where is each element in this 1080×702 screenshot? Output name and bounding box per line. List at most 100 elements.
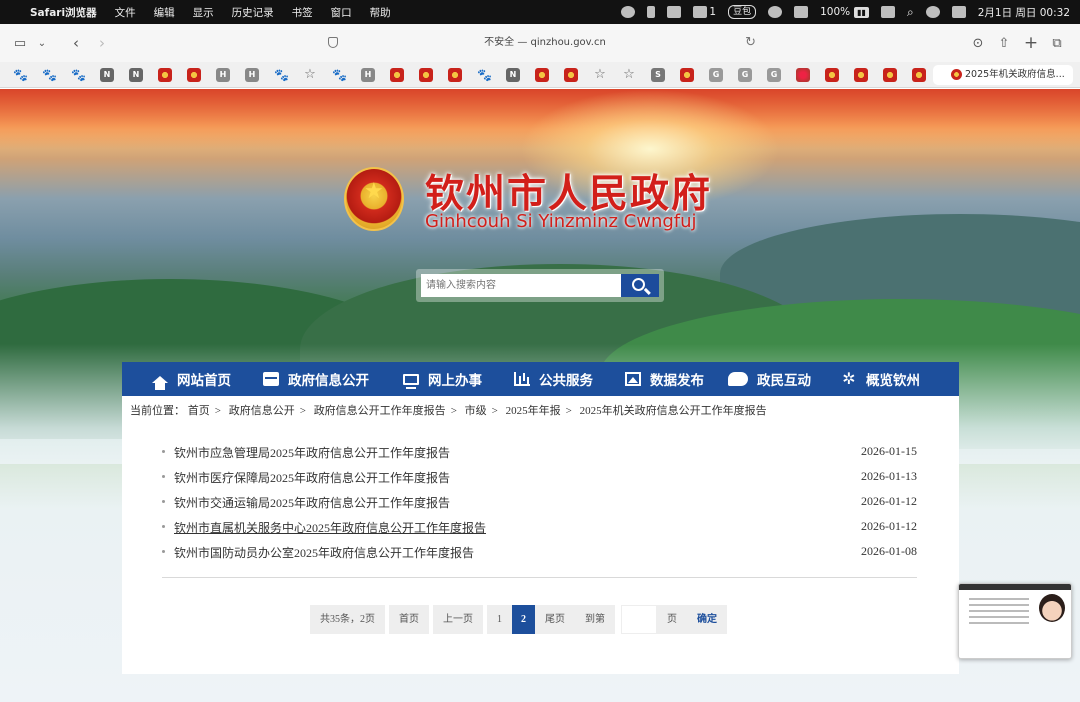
page-1-button[interactable]: 1 — [487, 605, 512, 634]
report-title-link[interactable]: 钦州市交通运输局2025年政府信息公开工作年度报告 — [174, 494, 450, 511]
breadcrumb-city-level[interactable]: 市级 — [465, 405, 487, 417]
page-2-button[interactable]: 2 — [512, 605, 535, 634]
star-icon[interactable]: ☆ — [622, 68, 636, 82]
chevron-down-icon[interactable]: ⌄ — [32, 33, 52, 53]
breadcrumb: 当前位置： 首页 > 政府信息公开 > 政府信息公开工作年度报告 > 市级 > 2025… — [130, 405, 767, 417]
list-item[interactable]: 钦州市国防动员办公室2025年政府信息公开工作年度报告 2026-01-08 — [162, 543, 917, 568]
nav-public-service[interactable]: 公共服务 — [514, 362, 593, 396]
share-icon[interactable]: ⇧ — [994, 33, 1014, 53]
emblem-icon[interactable] — [187, 68, 201, 82]
paw-icon[interactable]: 🐾 — [71, 68, 86, 82]
doubao-badge[interactable]: 豆包 — [728, 5, 757, 19]
confirm-button[interactable]: 确定 — [687, 605, 727, 634]
reload-icon[interactable]: ↻ — [745, 32, 756, 54]
new-tab-icon[interactable]: + — [1021, 33, 1041, 53]
search-input[interactable] — [421, 274, 621, 297]
active-tab[interactable]: 2025年机关政府信息... — [933, 65, 1073, 85]
menu-bookmarks[interactable]: 书签 — [292, 5, 313, 20]
clock[interactable]: 2月1日 周日 00:32 — [978, 5, 1070, 20]
emblem-icon[interactable] — [912, 68, 926, 82]
list-item[interactable]: 钦州市应急管理局2025年政府信息公开工作年度报告 2026-01-15 — [162, 443, 917, 468]
report-title-link[interactable]: 钦州市医疗保障局2025年政府信息公开工作年度报告 — [174, 469, 450, 486]
nav-gov-info[interactable]: 政府信息公开 — [263, 362, 369, 396]
forward-icon[interactable]: › — [92, 33, 112, 53]
emblem-icon[interactable] — [535, 68, 549, 82]
emblem-icon[interactable] — [680, 68, 694, 82]
n-site-icon[interactable]: N — [100, 68, 114, 82]
first-page-button[interactable]: 首页 — [389, 605, 429, 634]
report-title-link[interactable]: 钦州市应急管理局2025年政府信息公开工作年度报告 — [174, 444, 450, 461]
nav-data-release[interactable]: 数据发布 — [625, 362, 704, 396]
wifi-icon[interactable] — [880, 6, 895, 18]
list-item[interactable]: 钦州市交通运输局2025年政府信息公开工作年度报告 2026-01-12 — [162, 493, 917, 518]
search-button[interactable] — [621, 274, 659, 297]
g-site-icon[interactable]: G — [767, 68, 781, 82]
last-page-button[interactable]: 尾页 — [535, 605, 575, 634]
menu-view[interactable]: 显示 — [193, 5, 214, 20]
emblem-icon[interactable] — [158, 68, 172, 82]
download-icon[interactable]: ⊙ — [968, 33, 988, 53]
menu-file[interactable]: 文件 — [115, 5, 136, 20]
input-method-icon[interactable] — [667, 6, 682, 18]
g-site-icon[interactable]: G — [709, 68, 723, 82]
h-site-icon[interactable]: H — [361, 68, 375, 82]
breadcrumb-annual-report[interactable]: 政府信息公开工作年度报告 — [314, 405, 446, 417]
screenshot-thumbnail[interactable] — [958, 583, 1072, 659]
breadcrumb-home[interactable]: 首页 — [188, 405, 210, 417]
nav-interaction[interactable]: 政民互动 — [728, 362, 811, 396]
paw-icon[interactable]: 🐾 — [477, 68, 492, 82]
h-site-icon[interactable]: H — [245, 68, 259, 82]
battery-status[interactable]: 100% ▮▮ — [820, 6, 869, 18]
goto-page-input[interactable] — [621, 605, 657, 634]
privacy-report-icon[interactable] — [328, 37, 338, 48]
n-site-icon[interactable]: N — [506, 68, 520, 82]
shirt-status[interactable]: 1 — [693, 6, 716, 18]
emblem-icon[interactable] — [854, 68, 868, 82]
s-site-icon[interactable]: S — [651, 68, 665, 82]
prev-page-button[interactable]: 上一页 — [433, 605, 483, 634]
record-icon[interactable] — [621, 6, 636, 18]
paw-icon[interactable]: 🐾 — [332, 68, 347, 82]
address-bar[interactable]: 不安全 — qinzhou.gov.cn ↻ — [320, 32, 770, 54]
star-icon[interactable]: ☆ — [593, 68, 607, 82]
report-title-link[interactable]: 钦州市直属机关服务中心2025年政府信息公开工作年度报告 — [174, 519, 486, 536]
spotlight-search-icon[interactable]: ⌕ — [907, 5, 914, 20]
menu-window[interactable]: 窗口 — [331, 5, 352, 20]
nav-home[interactable]: 网站首页 — [152, 362, 231, 396]
n-site-icon[interactable]: N — [129, 68, 143, 82]
paw-icon[interactable]: 🐾 — [274, 68, 289, 82]
nav-overview[interactable]: ✲ 概览钦州 — [841, 362, 920, 396]
paw-icon[interactable]: 🐾 — [13, 68, 28, 82]
menu-help[interactable]: 帮助 — [370, 5, 391, 20]
siri-icon[interactable] — [925, 6, 940, 18]
microphone-icon[interactable] — [647, 6, 656, 18]
nav-online-service[interactable]: 网上办事 — [403, 362, 482, 396]
menu-app-name[interactable]: Safari浏览器 — [30, 5, 97, 20]
menu-edit[interactable]: 编辑 — [154, 5, 175, 20]
play-icon[interactable] — [768, 6, 783, 18]
paw-icon[interactable]: 🐾 — [42, 68, 57, 82]
report-title-link[interactable]: 钦州市国防动员办公室2025年政府信息公开工作年度报告 — [174, 544, 474, 561]
emblem-icon[interactable] — [448, 68, 462, 82]
g-site-icon[interactable]: G — [738, 68, 752, 82]
emblem-icon[interactable] — [419, 68, 433, 82]
emblem-icon[interactable] — [390, 68, 404, 82]
app-switch-icon[interactable] — [794, 6, 809, 18]
back-icon[interactable]: ‹ — [66, 33, 86, 53]
star-icon[interactable]: ☆ — [303, 68, 317, 82]
menu-bar: Safari浏览器 文件 编辑 显示 历史记录 书签 窗口 帮助 1 豆包 10… — [0, 0, 1080, 24]
sidebar-toggle-icon[interactable]: ▭ — [10, 33, 30, 53]
breadcrumb-gov-info[interactable]: 政府信息公开 — [229, 405, 295, 417]
emblem-icon[interactable] — [883, 68, 897, 82]
breadcrumb-current[interactable]: 2025年机关政府信息公开工作年度报告 — [580, 405, 767, 417]
globe-icon[interactable] — [796, 68, 810, 82]
list-item[interactable]: 钦州市医疗保障局2025年政府信息公开工作年度报告 2026-01-13 — [162, 468, 917, 493]
emblem-icon[interactable] — [825, 68, 839, 82]
menu-history[interactable]: 历史记录 — [232, 5, 274, 20]
breadcrumb-2025-report[interactable]: 2025年年报 — [506, 405, 561, 417]
emblem-icon[interactable] — [564, 68, 578, 82]
control-center-icon[interactable] — [951, 6, 966, 18]
list-item[interactable]: 钦州市直属机关服务中心2025年政府信息公开工作年度报告 2026-01-12 — [162, 518, 917, 543]
tab-overview-icon[interactable]: ⧉ — [1047, 33, 1067, 53]
h-site-icon[interactable]: H — [216, 68, 230, 82]
